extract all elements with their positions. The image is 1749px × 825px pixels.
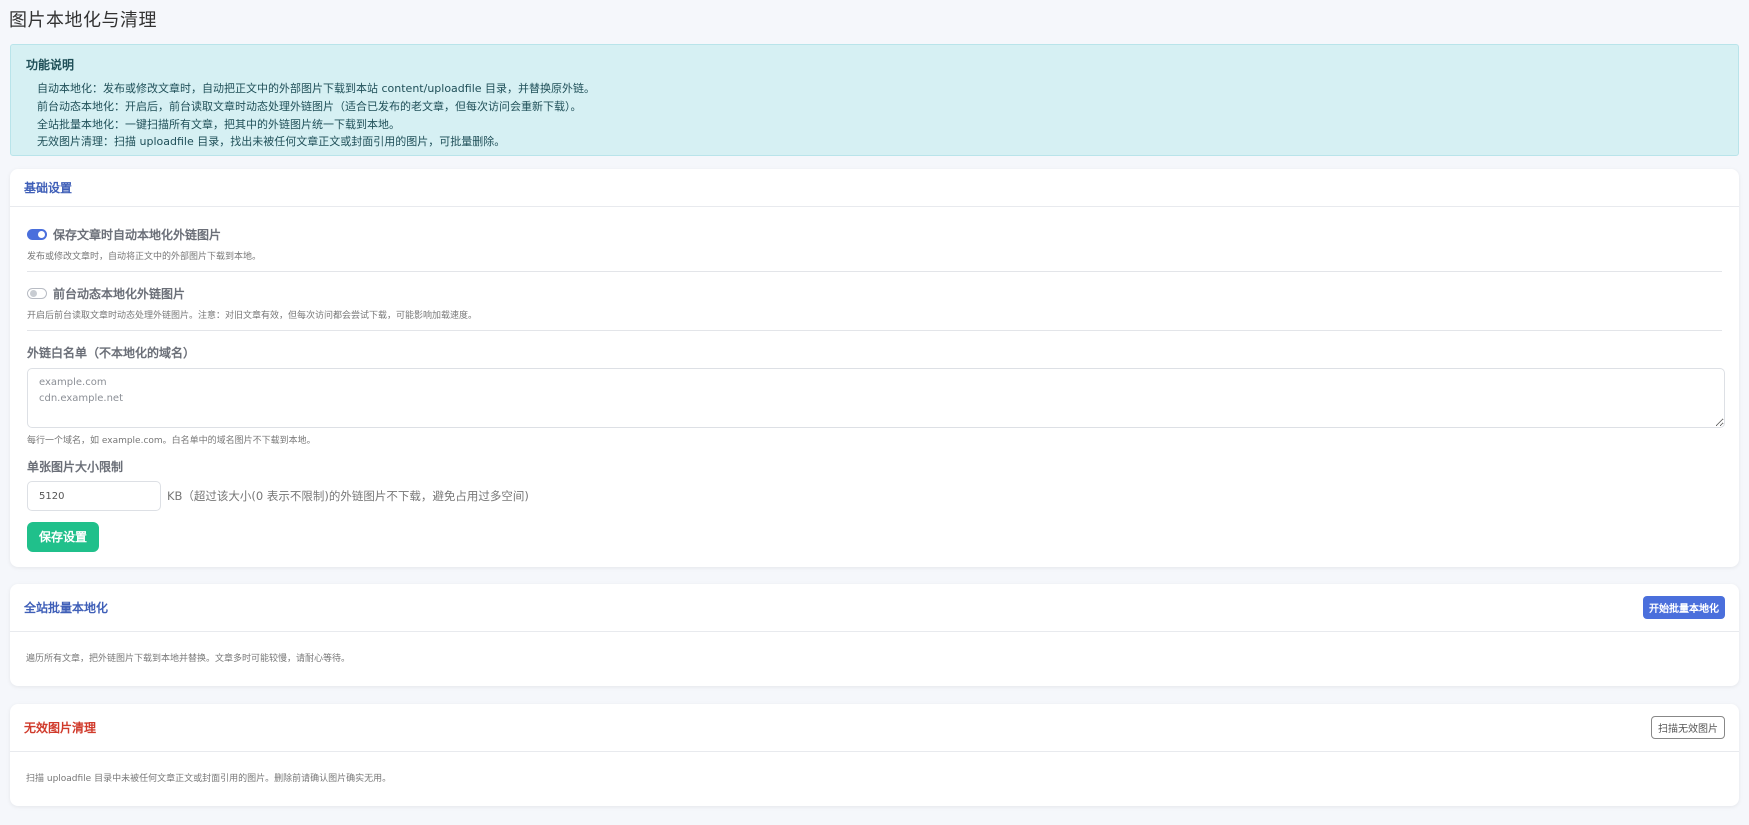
auto-localize-help: 发布或修改文章时，自动将正文中的外部图片下载到本地。	[27, 252, 262, 262]
settings-card-body: 保存文章时自动本地化外链图片 发布或修改文章时，自动将正文中的外部图片下载到本地…	[10, 207, 1739, 552]
cleanup-card-header: 无效图片清理 扫描无效图片	[10, 704, 1739, 752]
info-item: 全站批量本地化：一键扫描所有文章，把其中的外链图片统一下载到本地。	[37, 117, 400, 131]
settings-card-title: 基础设置	[24, 181, 73, 195]
save-settings-button[interactable]: 保存设置	[27, 522, 100, 552]
info-item: 前台动态本地化：开启后，前台读取文章时动态处理外链图片（适合已发布的老文章，但每…	[37, 99, 582, 113]
dynamic-localize-toggle[interactable]	[27, 288, 47, 299]
cleanup-card: 无效图片清理 扫描无效图片 扫描 uploadfile 目录中未被任何文章正文或…	[10, 704, 1739, 806]
size-limit-hint: KB（超过该大小(0 表示不限制)的外链图片不下载，避免占用过多空间)	[167, 489, 529, 503]
dynamic-localize-setting: 前台动态本地化外链图片 开启后前台读取文章时动态处理外链图片。注意：对旧文章有效…	[27, 272, 1722, 331]
info-item: 自动本地化：发布或修改文章时，自动把正文中的外部图片下载到本站 content/…	[37, 82, 596, 95]
whitelist-field: 外链白名单（不本地化的域名） 每行一个域名，如 example.com。白名单中…	[27, 331, 1725, 446]
feature-info-box: 功能说明 自动本地化：发布或修改文章时，自动把正文中的外部图片下载到本站 con…	[10, 44, 1739, 156]
page-title: 图片本地化与清理	[9, 10, 157, 31]
auto-localize-toggle[interactable]	[27, 229, 47, 240]
toggle-knob	[30, 290, 37, 297]
cleanup-card-title: 无效图片清理	[24, 721, 97, 735]
dynamic-localize-label: 前台动态本地化外链图片	[53, 287, 186, 301]
dynamic-localize-help: 开启后前台读取文章时动态处理外链图片。注意：对旧文章有效，但每次访问都会尝试下载…	[27, 311, 478, 321]
scan-invalid-button[interactable]: 扫描无效图片	[1651, 716, 1725, 739]
settings-card-header: 基础设置	[10, 169, 1739, 207]
auto-localize-setting: 保存文章时自动本地化外链图片 发布或修改文章时，自动将正文中的外部图片下载到本地…	[27, 207, 1722, 272]
settings-card: 基础设置 保存文章时自动本地化外链图片 发布或修改文章时，自动将正文中的外部图片…	[10, 169, 1739, 567]
toggle-knob	[38, 231, 45, 238]
whitelist-label: 外链白名单（不本地化的域名）	[27, 346, 196, 360]
whitelist-textarea[interactable]	[27, 368, 1725, 428]
batch-card-title: 全站批量本地化	[24, 601, 109, 615]
batch-card: 全站批量本地化 开始批量本地化 遍历所有文章，把外链图片下载到本地并替换。文章多…	[10, 584, 1739, 686]
info-item: 无效图片清理：扫描 uploadfile 目录，找出未被任何文章正文或封面引用的…	[37, 135, 506, 149]
start-batch-button[interactable]: 开始批量本地化	[1643, 596, 1725, 619]
info-title: 功能说明	[26, 58, 75, 72]
size-limit-field: 单张图片大小限制 KB（超过该大小(0 表示不限制)的外链图片不下载，避免占用过…	[27, 446, 1722, 511]
size-limit-input[interactable]	[27, 481, 161, 511]
size-limit-label: 单张图片大小限制	[27, 460, 124, 474]
info-list: 自动本地化：发布或修改文章时，自动把正文中的外部图片下载到本站 content/…	[37, 80, 1724, 151]
batch-description: 遍历所有文章，把外链图片下载到本地并替换。文章多时可能较慢，请耐心等待。	[26, 654, 351, 664]
batch-card-header: 全站批量本地化 开始批量本地化	[10, 584, 1739, 632]
cleanup-description: 扫描 uploadfile 目录中未被任何文章正文或封面引用的图片。删除前请确认…	[26, 774, 392, 784]
auto-localize-label: 保存文章时自动本地化外链图片	[53, 228, 222, 242]
whitelist-help: 每行一个域名，如 example.com。白名单中的域名图片不下载到本地。	[27, 436, 316, 446]
